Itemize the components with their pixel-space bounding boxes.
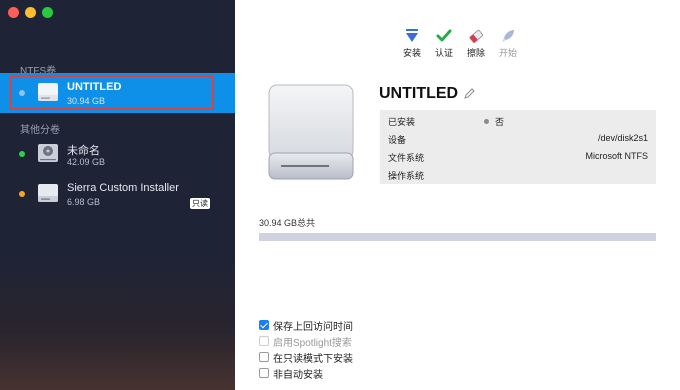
capacity-bar <box>259 233 656 241</box>
sidebar-item-sierra-installer[interactable]: Sierra Custom Installer 6.98 GB 只读 <box>0 174 235 214</box>
erase-label: 擦除 <box>466 48 485 58</box>
info-value-device: /dev/disk2s1 <box>597 133 648 143</box>
main-panel: 安装 认证 擦除 开始 UNTITLED 已安装 否 设备 /dev/disk2… <box>235 0 680 390</box>
volume-drive-icon <box>267 83 355 186</box>
mount-icon <box>400 27 424 45</box>
window-controls <box>8 7 53 18</box>
option-label: 启用Spotlight搜索 <box>273 337 352 349</box>
sidebar-item-unnamed[interactable]: 未命名 42.09 GB <box>0 134 235 174</box>
rename-pencil-icon[interactable] <box>464 88 475 102</box>
status-dot <box>19 191 25 197</box>
sidebar-item-name: 未命名 <box>67 145 100 157</box>
start-label: 开始 <box>498 48 517 58</box>
start-button[interactable]: 开始 <box>496 27 520 59</box>
eraser-icon <box>464 27 488 45</box>
option-label: 在只读模式下安装 <box>273 353 353 365</box>
verify-button[interactable]: 认证 <box>432 27 456 59</box>
checkbox[interactable] <box>259 368 269 378</box>
volume-title: UNTITLED <box>379 85 459 102</box>
read-only-badge: 只读 <box>190 198 210 209</box>
rocket-icon <box>496 27 520 45</box>
status-dot <box>19 151 25 157</box>
verify-label: 认证 <box>434 48 453 58</box>
mount-options: 保存上回访问时间 启用Spotlight搜索 在只读模式下安装 非自动安装 <box>259 317 353 381</box>
option-label: 非自动安装 <box>273 369 323 381</box>
option-label: 保存上回访问时间 <box>273 321 353 333</box>
checkmark-icon <box>432 27 456 45</box>
option-read-only-mount[interactable]: 在只读模式下安装 <box>259 349 353 365</box>
info-label-mounted: 已安装 <box>388 117 416 127</box>
info-label-os: 操作系统 <box>388 171 425 181</box>
checkbox[interactable] <box>259 320 269 330</box>
minimize-window-button[interactable] <box>25 7 36 18</box>
info-label-filesystem: 文件系统 <box>388 153 425 163</box>
status-dot <box>484 119 489 124</box>
sidebar: NTFS卷 UNTITLED 30.94 GB 其他分卷 未命名 42.09 G… <box>0 0 235 390</box>
info-value-mounted: 否 <box>484 115 504 128</box>
volume-info-panel: 已安装 否 设备 /dev/disk2s1 文件系统 Microsoft NTF… <box>380 110 656 184</box>
sidebar-backdrop <box>0 250 235 390</box>
option-enable-spotlight[interactable]: 启用Spotlight搜索 <box>259 333 353 349</box>
toolbar: 安装 认证 擦除 开始 <box>400 27 520 59</box>
sidebar-item-size: 42.09 GB <box>67 157 106 167</box>
erase-button[interactable]: 擦除 <box>464 27 488 59</box>
mount-button[interactable]: 安装 <box>400 27 424 59</box>
internal-drive-icon <box>36 141 60 168</box>
sidebar-item-name: Sierra Custom Installer <box>67 182 179 194</box>
checkbox[interactable] <box>259 352 269 362</box>
selection-highlight <box>10 75 214 110</box>
sidebar-item-size: 6.98 GB <box>67 197 101 207</box>
info-value-filesystem: Microsoft NTFS <box>585 151 648 161</box>
checkbox[interactable] <box>259 336 269 346</box>
zoom-window-button[interactable] <box>42 7 53 18</box>
info-label-device: 设备 <box>388 135 407 145</box>
close-window-button[interactable] <box>8 7 19 18</box>
capacity-total-label: 30.94 GB总共 <box>259 218 316 228</box>
option-keep-access-time[interactable]: 保存上回访问时间 <box>259 317 353 333</box>
mount-label: 安装 <box>402 48 421 58</box>
option-no-auto-mount[interactable]: 非自动安装 <box>259 365 353 381</box>
external-drive-icon <box>36 181 60 208</box>
